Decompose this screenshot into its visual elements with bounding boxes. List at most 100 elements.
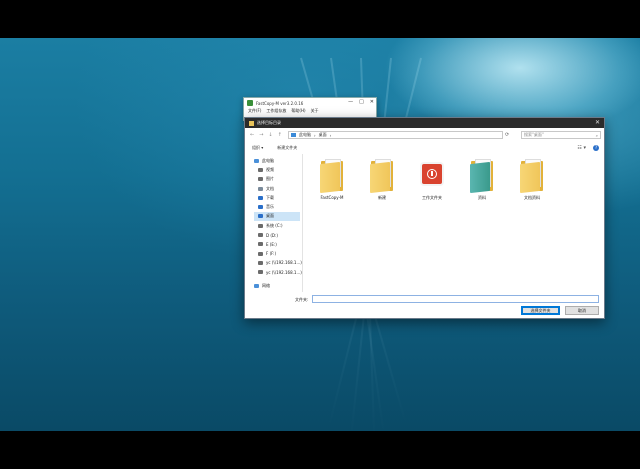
new-folder-button[interactable]: 新建文件夹 — [277, 145, 297, 151]
nav-item-label: 网络 — [262, 282, 270, 288]
file-item[interactable]: 文档资料 — [515, 158, 549, 201]
nav-item[interactable]: 图片 — [254, 175, 300, 184]
refresh-icon[interactable]: ⟳ — [505, 132, 509, 138]
organize-button[interactable]: 组织 ▾ — [252, 145, 263, 151]
drive-icon — [258, 233, 263, 238]
dialog-titlebar[interactable]: 选择目标目录 ✕ — [245, 118, 604, 128]
music-icon — [258, 205, 263, 210]
navigation-pane: 此电脑视频图片文档下载音乐桌面系统 (C:) D (D:) E (E:) F (F:)… — [254, 156, 302, 291]
nav-item[interactable]: 系统 (C:) — [254, 221, 300, 230]
desktop-icon — [258, 214, 263, 219]
file-item[interactable]: 资料 — [465, 158, 499, 201]
nav-item-label: 桌面 — [266, 213, 274, 219]
select-folder-dialog: 选择目标目录 ✕ ← → ↓ ↑ 此电脑 › 桌面 › ⟳ 搜索"桌面" ⌕ 组… — [244, 117, 605, 319]
search-input[interactable]: 搜索"桌面" ⌕ — [521, 131, 601, 139]
drive-icon — [258, 251, 263, 256]
breadcrumb-desktop[interactable]: 桌面 — [319, 132, 327, 138]
nav-item[interactable]: 音乐 — [254, 202, 300, 211]
folder-icon — [369, 158, 395, 194]
cancel-button[interactable]: 取消 — [565, 306, 599, 315]
help-icon[interactable]: ? — [593, 145, 599, 151]
address-row: ← → ↓ ↑ 此电脑 › 桌面 › ⟳ 搜索"桌面" ⌕ — [245, 130, 604, 140]
folder-name-label: 文件夹: — [295, 297, 309, 302]
dialog-buttons: 选择文件夹 取消 — [245, 306, 604, 316]
computer-icon — [254, 158, 259, 163]
app-shortcut-icon — [419, 158, 445, 192]
nav-item[interactable]: F (F:) — [254, 249, 300, 258]
toolbar: 组织 ▾ 新建文件夹 ☷ ▾ ? — [245, 144, 604, 152]
fastcopy-titlebar[interactable]: FastCopy-M ver3.2.0.16 — □ ✕ — [244, 98, 376, 108]
nav-item[interactable]: 文档 — [254, 184, 300, 193]
up-button[interactable]: ↑ — [278, 132, 282, 138]
folder-icon — [469, 158, 495, 194]
nav-item-label: 此电脑 — [262, 157, 274, 163]
breadcrumb-separator[interactable]: › — [314, 133, 316, 138]
nav-item-label: D (D:) — [266, 232, 278, 238]
close-button[interactable]: ✕ — [595, 119, 600, 126]
nav-item[interactable]: D (D:) — [254, 230, 300, 239]
computer-icon — [291, 133, 296, 137]
folder-name-input[interactable] — [312, 295, 599, 303]
download-icon — [258, 195, 263, 200]
menu-about[interactable]: 关于 — [311, 108, 319, 114]
breadcrumb-this-pc[interactable]: 此电脑 — [299, 132, 311, 138]
navigation-buttons: ← → ↓ ↑ — [245, 132, 282, 138]
nav-item[interactable]: 视频 — [254, 165, 300, 174]
file-item-label: FastCopy-M — [320, 195, 344, 200]
drive-icon — [258, 223, 263, 228]
nav-item-label: 系统 (C:) — [266, 222, 283, 228]
recent-dropdown[interactable]: ↓ — [268, 132, 272, 138]
back-button[interactable]: ← — [250, 132, 254, 138]
pictures-icon — [258, 177, 263, 182]
nav-item-label: E (E:) — [266, 241, 277, 247]
pane-divider[interactable] — [302, 154, 303, 292]
nav-item[interactable]: 下载 — [254, 193, 300, 202]
search-icon: ⌕ — [595, 132, 598, 138]
file-item[interactable]: FastCopy-M — [315, 158, 349, 201]
nav-item-label: yc (\\192.168.1...) — [266, 269, 302, 275]
breadcrumb-separator[interactable]: › — [330, 133, 332, 138]
fastcopy-menubar: 文件(F) 工作组存放 帮助(H) 关于 — [244, 108, 376, 114]
dialog-title: 选择目标目录 — [257, 120, 281, 125]
menu-help[interactable]: 帮助(H) — [291, 108, 305, 114]
network-icon — [254, 283, 259, 288]
file-item-label: 新建 — [378, 195, 386, 200]
folder-name-row: 文件夹: — [245, 295, 604, 304]
maximize-button[interactable]: □ — [359, 99, 364, 105]
nav-item[interactable]: 网络 — [254, 281, 300, 290]
file-list: FastCopy-M 新建 工作文件夹 资料 文档资料 — [315, 158, 549, 201]
folder-icon — [319, 158, 345, 194]
folder-icon — [519, 158, 545, 194]
nav-item-label: yc (\\192.168.1...) — [266, 260, 302, 266]
file-item[interactable]: 新建 — [365, 158, 399, 201]
close-button[interactable]: ✕ — [370, 99, 374, 105]
nav-item[interactable]: 此电脑 — [254, 156, 300, 165]
documents-icon — [258, 186, 263, 191]
nav-item-label: 下载 — [266, 194, 274, 200]
file-item-label: 工作文件夹 — [422, 195, 442, 200]
menu-file[interactable]: 文件(F) — [248, 108, 261, 114]
search-placeholder: 搜索"桌面" — [524, 132, 544, 137]
file-item-label: 文档资料 — [524, 195, 540, 200]
folder-icon — [249, 120, 254, 126]
network-drive-icon — [258, 270, 263, 275]
file-item[interactable]: 工作文件夹 — [415, 158, 449, 201]
nav-item-label: 图片 — [266, 176, 274, 182]
nav-item[interactable]: 桌面 — [254, 211, 300, 222]
forward-button[interactable]: → — [259, 132, 263, 138]
select-folder-button[interactable]: 选择文件夹 — [521, 306, 560, 315]
nav-item[interactable]: yc (\\192.168.1...) — [254, 258, 302, 267]
nav-item[interactable]: yc (\\192.168.1...) — [254, 268, 302, 277]
nav-item-label: F (F:) — [266, 251, 277, 257]
nav-item[interactable]: E (E:) — [254, 240, 300, 249]
address-bar[interactable]: 此电脑 › 桌面 › — [288, 131, 503, 139]
minimize-button[interactable]: — — [348, 99, 353, 105]
nav-item-label: 音乐 — [266, 204, 274, 210]
view-options-icon[interactable]: ☷ ▾ — [577, 145, 586, 151]
fastcopy-title: FastCopy-M ver3.2.0.16 — [256, 100, 304, 106]
drive-icon — [258, 242, 263, 247]
nav-item-label: 文档 — [266, 185, 274, 191]
menu-jobs[interactable]: 工作组存放 — [266, 108, 286, 114]
network-drive-icon — [258, 260, 263, 265]
fastcopy-app-icon — [247, 100, 253, 106]
